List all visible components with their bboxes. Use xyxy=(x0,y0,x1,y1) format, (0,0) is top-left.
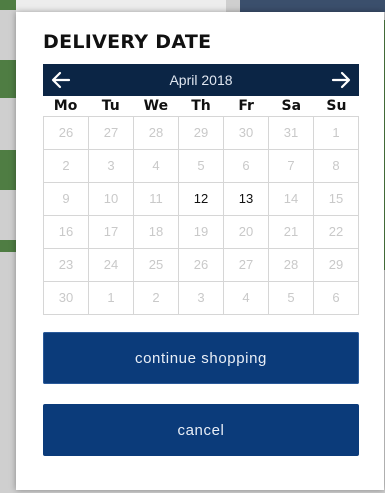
day-cell-disabled: 2 xyxy=(134,282,179,315)
day-cell-available[interactable]: 12 xyxy=(179,183,224,216)
weekday-label: Fr xyxy=(238,98,254,114)
next-month-button[interactable] xyxy=(325,64,357,96)
day-cell-disabled: 22 xyxy=(314,216,359,249)
day-cell-disabled: 27 xyxy=(89,117,134,150)
calendar: April 2018 Mo Tu We Th Fr Sa Su 26 27 28 29 30 31 1 2… xyxy=(43,64,359,315)
day-cell-disabled: 27 xyxy=(224,249,269,282)
day-grid: 26 27 28 29 30 31 1 2 3 4 5 6 7 8 9 10 11 12 13 14 15 16 17 18 1… xyxy=(43,116,359,315)
weekday-label: Tu xyxy=(101,98,120,114)
day-cell-disabled: 26 xyxy=(179,249,224,282)
day-cell-disabled: 3 xyxy=(89,150,134,183)
background-fragment xyxy=(16,0,226,12)
calendar-header: April 2018 xyxy=(43,64,359,96)
day-cell-disabled: 10 xyxy=(89,183,134,216)
cancel-button[interactable]: cancel xyxy=(43,404,359,456)
day-cell-disabled: 29 xyxy=(179,117,224,150)
background-fragment xyxy=(0,60,16,98)
day-cell-disabled: 2 xyxy=(44,150,89,183)
day-cell-disabled: 7 xyxy=(269,150,314,183)
day-cell-disabled: 15 xyxy=(314,183,359,216)
day-cell-disabled: 21 xyxy=(269,216,314,249)
day-cell-disabled: 5 xyxy=(179,150,224,183)
background-fragment xyxy=(0,150,16,190)
arrow-right-icon xyxy=(331,71,351,89)
day-cell-disabled: 4 xyxy=(134,150,179,183)
day-cell-disabled: 18 xyxy=(134,216,179,249)
day-cell-disabled: 28 xyxy=(134,117,179,150)
day-cell-disabled: 4 xyxy=(224,282,269,315)
day-cell-disabled: 30 xyxy=(44,282,89,315)
background-fragment xyxy=(240,0,385,12)
weekday-label: Sa xyxy=(281,98,302,114)
background-fragment xyxy=(0,0,16,10)
weekday-label: We xyxy=(143,98,169,114)
day-cell-disabled: 24 xyxy=(89,249,134,282)
day-cell-disabled: 1 xyxy=(314,117,359,150)
day-cell-disabled: 26 xyxy=(44,117,89,150)
delivery-date-modal: DELIVERY DATE April 2018 Mo Tu We Th Fr Sa Su … xyxy=(16,12,384,490)
month-label: April 2018 xyxy=(169,72,233,88)
weekday-header-row: Mo Tu We Th Fr Sa Su xyxy=(43,96,359,116)
day-cell-disabled: 6 xyxy=(224,150,269,183)
day-cell-disabled: 20 xyxy=(224,216,269,249)
background-fragment xyxy=(0,240,16,252)
day-cell-disabled: 11 xyxy=(134,183,179,216)
day-cell-available[interactable]: 13 xyxy=(224,183,269,216)
day-cell-disabled: 9 xyxy=(44,183,89,216)
day-cell-disabled: 17 xyxy=(89,216,134,249)
day-cell-disabled: 6 xyxy=(314,282,359,315)
day-cell-disabled: 28 xyxy=(269,249,314,282)
day-cell-disabled: 29 xyxy=(314,249,359,282)
day-cell-disabled: 30 xyxy=(224,117,269,150)
weekday-label: Su xyxy=(326,98,347,114)
day-cell-disabled: 8 xyxy=(314,150,359,183)
continue-shopping-button[interactable]: continue shopping xyxy=(43,332,359,384)
day-cell-disabled: 25 xyxy=(134,249,179,282)
day-cell-disabled: 23 xyxy=(44,249,89,282)
day-cell-disabled: 3 xyxy=(179,282,224,315)
day-cell-disabled: 1 xyxy=(89,282,134,315)
modal-title: DELIVERY DATE xyxy=(43,31,212,53)
weekday-label: Th xyxy=(191,98,211,114)
day-cell-disabled: 14 xyxy=(269,183,314,216)
day-cell-disabled: 19 xyxy=(179,216,224,249)
day-cell-disabled: 5 xyxy=(269,282,314,315)
weekday-label: Mo xyxy=(53,98,78,114)
day-cell-disabled: 31 xyxy=(269,117,314,150)
day-cell-disabled: 16 xyxy=(44,216,89,249)
